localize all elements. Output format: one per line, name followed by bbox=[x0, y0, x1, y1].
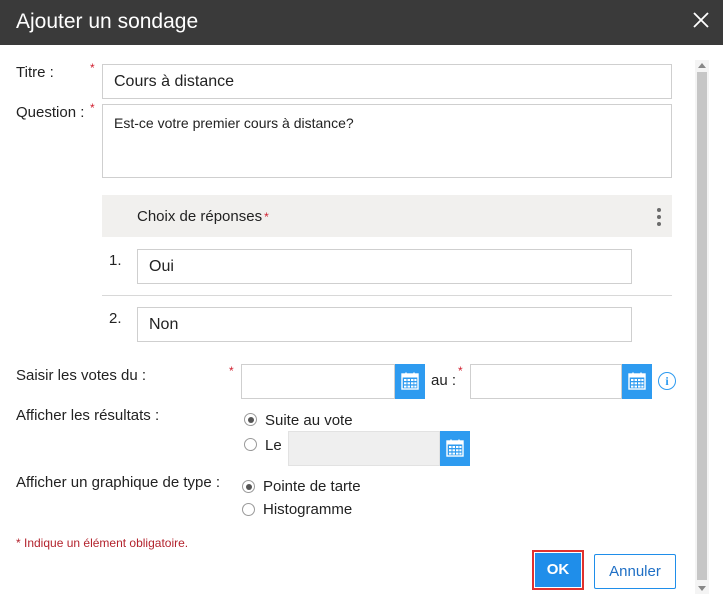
required-legend: * Indique un élément obligatoire. bbox=[16, 536, 189, 550]
dialog-titlebar: Ajouter un sondage bbox=[0, 0, 723, 45]
cancel-button[interactable]: Annuler bbox=[594, 554, 676, 589]
divider bbox=[102, 295, 672, 296]
close-icon[interactable] bbox=[691, 10, 711, 30]
scrollbar-thumb[interactable] bbox=[697, 72, 707, 580]
chart-type-radio-pie[interactable] bbox=[242, 480, 255, 493]
choices-header: Choix de réponses * bbox=[102, 195, 672, 237]
chart-type-label: Afficher un graphique de type : bbox=[16, 474, 221, 491]
choice-input-value: Oui bbox=[149, 258, 174, 275]
required-mark: * bbox=[90, 61, 95, 75]
results-label: Afficher les résultats : bbox=[16, 407, 160, 424]
results-option-label: Suite au vote bbox=[265, 412, 353, 429]
info-icon[interactable]: i bbox=[658, 372, 676, 390]
chart-type-radio-histogram[interactable] bbox=[242, 503, 255, 516]
required-mark: * bbox=[229, 364, 234, 378]
votes-start-date-input[interactable] bbox=[241, 364, 395, 399]
votes-to-label: au : bbox=[431, 372, 457, 389]
results-option-label: Le bbox=[265, 437, 282, 454]
title-input[interactable]: Cours à distance bbox=[102, 64, 672, 99]
results-radio-after-vote[interactable] bbox=[244, 413, 257, 426]
choice-input[interactable]: Non bbox=[137, 307, 632, 342]
chart-type-option-label: Histogramme bbox=[263, 501, 353, 518]
results-radio-date[interactable] bbox=[244, 438, 257, 451]
title-input-value: Cours à distance bbox=[114, 73, 235, 90]
choice-input-value: Non bbox=[149, 316, 179, 333]
choice-input[interactable]: Oui bbox=[137, 249, 632, 284]
required-mark: * bbox=[458, 364, 463, 378]
question-textarea[interactable]: Est-ce votre premier cours à distance? bbox=[102, 104, 672, 178]
chart-type-option-label: Pointe de tarte bbox=[263, 478, 361, 495]
calendar-icon[interactable] bbox=[622, 364, 652, 399]
calendar-icon[interactable] bbox=[440, 431, 470, 466]
question-textarea-value: Est-ce votre premier cours à distance? bbox=[114, 115, 354, 131]
dialog-title: Ajouter un sondage bbox=[16, 10, 199, 33]
results-date-input bbox=[288, 431, 440, 466]
choice-number: 2. bbox=[109, 310, 122, 327]
votes-label: Saisir les votes du : bbox=[16, 367, 147, 384]
scroll-down-icon[interactable] bbox=[698, 586, 706, 591]
choice-number: 1. bbox=[109, 252, 122, 269]
scrollbar[interactable] bbox=[695, 60, 709, 594]
votes-end-date-input[interactable] bbox=[470, 364, 622, 399]
ok-button[interactable]: OK bbox=[535, 553, 581, 587]
required-mark: * bbox=[90, 101, 95, 115]
kebab-menu-icon[interactable] bbox=[656, 208, 662, 226]
choices-header-label: Choix de réponses * bbox=[137, 208, 269, 225]
choices-header-text: Choix de réponses bbox=[137, 208, 263, 225]
calendar-icon[interactable] bbox=[395, 364, 425, 399]
scroll-up-icon[interactable] bbox=[698, 63, 706, 68]
title-label: Titre : bbox=[16, 64, 54, 81]
question-label: Question : bbox=[16, 104, 85, 121]
required-mark: * bbox=[264, 210, 269, 224]
